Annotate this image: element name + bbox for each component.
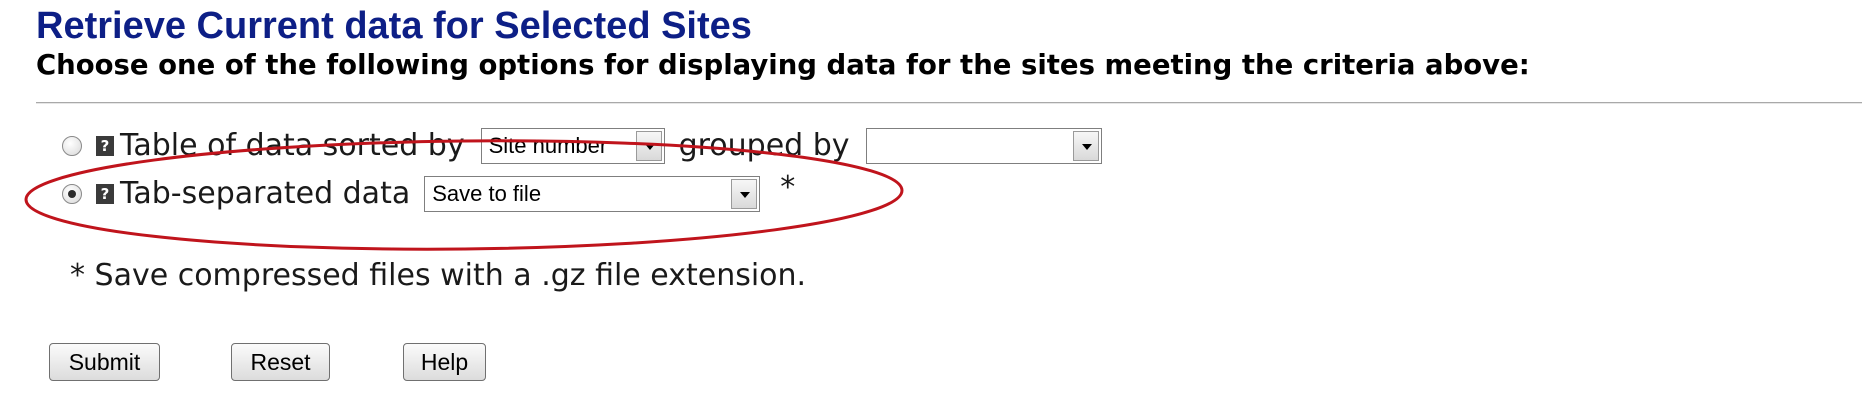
page-title: Retrieve Current data for Selected Sites [36, 5, 752, 47]
help-question-icon[interactable]: ? [96, 184, 114, 204]
chevron-down-icon[interactable] [1072, 131, 1099, 161]
radio-tab-separated[interactable] [62, 184, 82, 204]
sort-by-select[interactable]: Site number [480, 128, 665, 164]
grouped-by-label: grouped by [678, 128, 850, 163]
sort-by-value: Site number [488, 133, 608, 158]
option-table-label: Table of data sorted by [120, 128, 465, 163]
option-tsv-row: ? Tab-separated data Save to file * [62, 170, 795, 214]
output-format-select[interactable]: Save to file [424, 176, 761, 212]
chevron-down-icon[interactable] [731, 179, 758, 209]
submit-button[interactable]: Submit [49, 343, 160, 381]
output-format-value: Save to file [432, 181, 542, 206]
page-subtitle: Choose one of the following options for … [36, 49, 1530, 81]
option-tsv-label: Tab-separated data [120, 176, 411, 211]
help-button[interactable]: Help [403, 343, 486, 381]
chevron-down-icon[interactable] [635, 131, 662, 161]
divider [36, 102, 1862, 104]
radio-table-of-data[interactable] [62, 136, 82, 156]
footnote: * Save compressed files with a .gz file … [70, 258, 807, 293]
help-question-icon[interactable]: ? [96, 136, 114, 156]
reset-button[interactable]: Reset [231, 343, 330, 381]
asterisk-note-marker: * [780, 170, 796, 205]
group-by-select[interactable] [865, 128, 1102, 164]
option-table-row: ? Table of data sorted by Site number gr… [62, 126, 1102, 166]
